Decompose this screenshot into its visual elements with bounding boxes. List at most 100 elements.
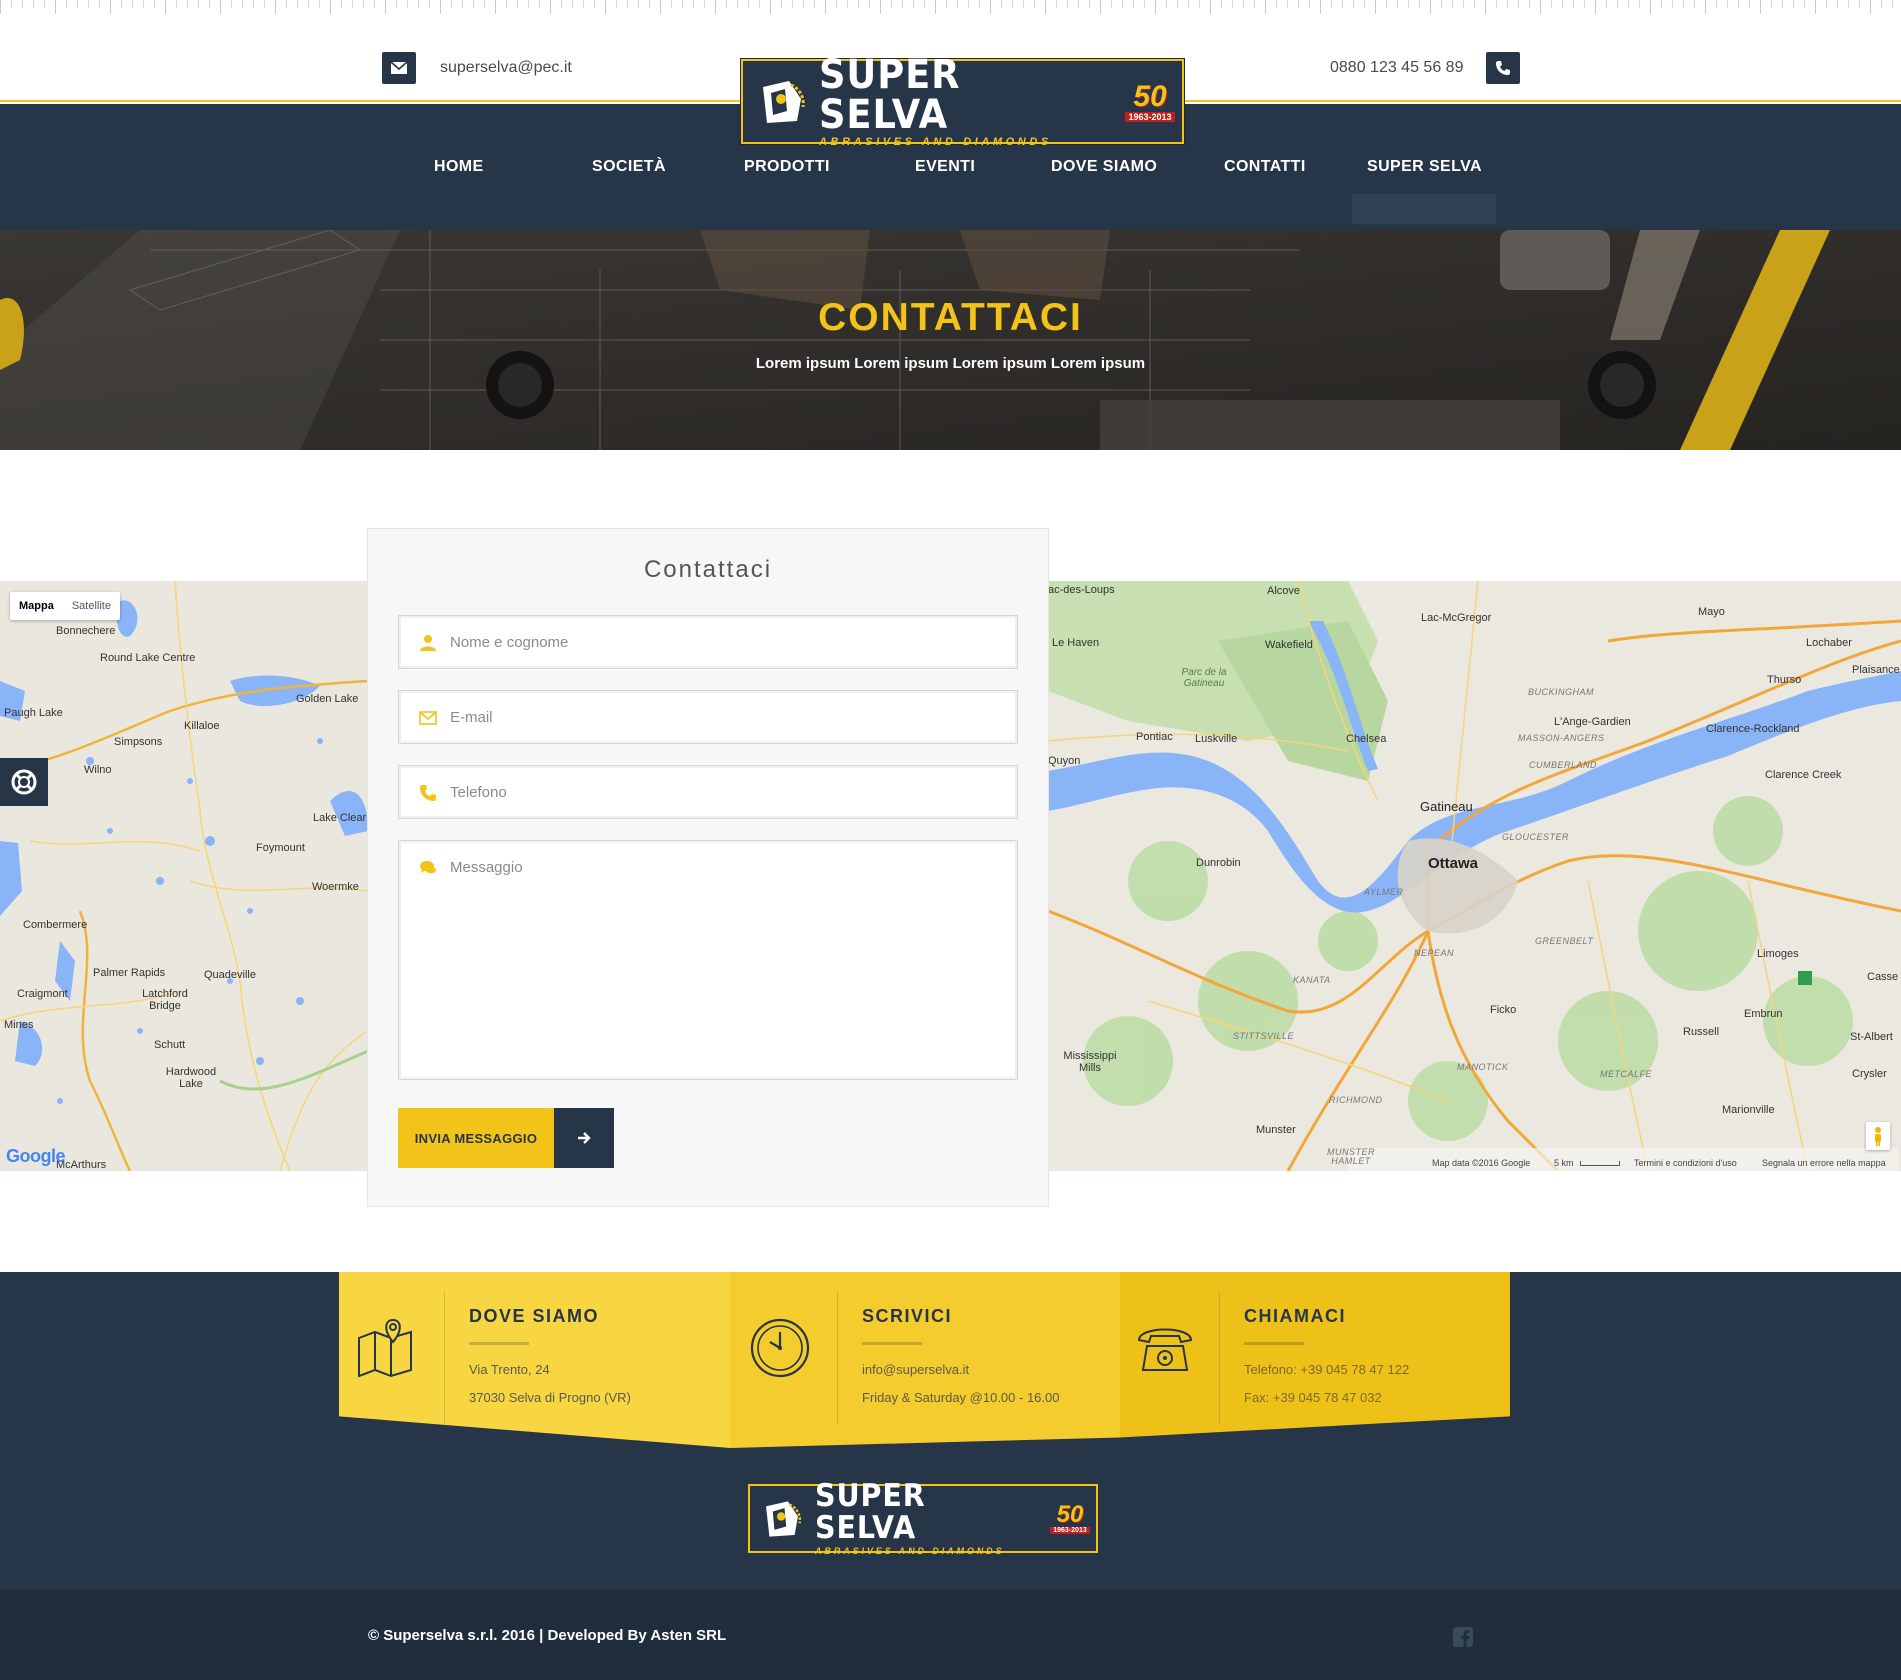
- nav-item-eventi[interactable]: EVENTI: [915, 158, 975, 176]
- map-right-tiles: [1048, 581, 1901, 1171]
- nav-item-dove-siamo[interactable]: DOVE SIAMO: [1051, 158, 1157, 176]
- map-label: Lochaber: [1806, 637, 1852, 649]
- map-label: L'Ange-Gardien: [1554, 716, 1631, 728]
- header-email[interactable]: superselva@pec.it: [440, 59, 572, 77]
- nav-item-societa[interactable]: SOCIETÀ: [592, 158, 666, 176]
- map-terms-link[interactable]: Termini e condizioni d'uso: [1634, 1158, 1737, 1168]
- phone-icon: [420, 785, 436, 801]
- header-phone[interactable]: 0880 123 45 56 89: [1330, 59, 1463, 77]
- logo-tagline: ABRASIVES AND DIAMONDS: [815, 1545, 1005, 1556]
- nav-item-prodotti[interactable]: PRODOTTI: [744, 158, 830, 176]
- map-label: Munster: [1256, 1124, 1296, 1136]
- site-logo[interactable]: SUPER SELVA ABRASIVES AND DIAMONDS 50 19…: [741, 55, 1184, 148]
- google-logo[interactable]: Google: [6, 1146, 66, 1167]
- name-field[interactable]: Nome e cognome: [398, 615, 1018, 669]
- map-data-credit: Map data ©2016 Google: [1432, 1158, 1531, 1168]
- logo-emblem-icon: [766, 1500, 802, 1537]
- map-label: Dunrobin: [1196, 857, 1241, 869]
- map-label: Clarence Creek: [1765, 769, 1842, 781]
- name-placeholder: Nome e cognome: [450, 634, 569, 651]
- map-label: MASSON-ANGERS: [1518, 733, 1605, 743]
- decorative-ruler: [0, 0, 1901, 44]
- map-tab-mappa[interactable]: Mappa: [10, 592, 63, 620]
- map-label: Paugh Lake: [4, 707, 63, 719]
- map-label: Foymount: [256, 842, 305, 854]
- info-underline: [1244, 1342, 1304, 1345]
- map-report-link[interactable]: Segnala un errore nella mappa: [1762, 1158, 1886, 1168]
- map-scale-bar: [1580, 1161, 1621, 1167]
- map-label: Mayo: [1698, 606, 1725, 618]
- footer-telephone[interactable]: Telefono: +39 045 78 47 122: [1244, 1362, 1409, 1377]
- map-right-panel[interactable]: [1048, 581, 1901, 1171]
- hero-background-image: [0, 230, 1901, 450]
- info-divider: [1219, 1292, 1220, 1424]
- email-field[interactable]: E-mail: [398, 690, 1018, 744]
- map-label: Casse: [1867, 971, 1899, 983]
- copyright: © Superselva s.r.l. 2016 | Developed By …: [368, 1627, 727, 1644]
- map-label: Hardwood Lake: [165, 1066, 217, 1090]
- map-label: STITTSVILLE: [1233, 1031, 1295, 1041]
- comments-icon: [420, 861, 436, 874]
- clock-icon: [750, 1318, 810, 1378]
- map-label: Mines: [4, 1019, 34, 1031]
- info-divider: [837, 1292, 838, 1424]
- envelope-icon[interactable]: [382, 52, 416, 84]
- map-type-control[interactable]: Mappa Satellite: [10, 592, 120, 620]
- facebook-icon[interactable]: [1453, 1627, 1473, 1647]
- map-scale: 5 km: [1554, 1158, 1621, 1168]
- map-label: Le Haven: [1052, 637, 1100, 649]
- map-label: MUNSTER HAMLET: [1327, 1147, 1375, 1166]
- message-placeholder: Messaggio: [450, 859, 523, 876]
- map-label: Limoges: [1757, 948, 1799, 960]
- map-label: Alcove: [1267, 585, 1301, 597]
- map-label: Marionville: [1722, 1104, 1775, 1116]
- map-label: METCALFE: [1600, 1069, 1653, 1079]
- map-label: Ottawa: [1428, 855, 1479, 872]
- bottom-bar: [0, 1590, 1901, 1680]
- map-label: Embrun: [1744, 1008, 1783, 1020]
- map-label: Palmer Rapids: [93, 967, 166, 979]
- map-label: Chelsea: [1346, 733, 1387, 745]
- map-tab-satellite[interactable]: Satellite: [63, 592, 120, 620]
- address-line-2: 37030 Selva di Progno (VR): [469, 1390, 631, 1405]
- pegman-icon[interactable]: [1866, 1122, 1890, 1150]
- nav-item-contatti[interactable]: CONTATTI: [1224, 158, 1306, 176]
- lifebuoy-icon[interactable]: [0, 758, 48, 806]
- info-title-phone: CHIAMACI: [1244, 1306, 1346, 1326]
- map-label: Russell: [1683, 1026, 1720, 1038]
- map-label: Craigmont: [17, 988, 68, 1000]
- info-underline: [469, 1342, 529, 1345]
- info-title-location: DOVE SIAMO: [469, 1306, 600, 1326]
- phone-icon[interactable]: [1486, 52, 1520, 84]
- map-label: Combermere: [23, 919, 88, 931]
- phone-field[interactable]: Telefono: [398, 765, 1018, 819]
- anniversary-badge: 50 1963-2013: [1118, 78, 1182, 126]
- anniversary-badge: 50 1963-2013: [1044, 1499, 1096, 1539]
- message-field[interactable]: Messaggio: [398, 840, 1018, 1080]
- map-label: Schutt: [154, 1039, 186, 1051]
- submit-button[interactable]: INVIA MESSAGGIO: [398, 1108, 614, 1168]
- nav-item-super-selva[interactable]: SUPER SELVA: [1367, 158, 1482, 176]
- arrow-right-icon: [554, 1108, 614, 1168]
- anniversary-number: 50: [1133, 79, 1167, 113]
- footer-logo[interactable]: SUPER SELVA ABRASIVES AND DIAMONDS 50 19…: [748, 1480, 1098, 1556]
- page: superselva@pec.it 0880 123 45 56 89 HOME…: [0, 0, 1901, 1680]
- map-label: St-Albert: [1850, 1031, 1893, 1043]
- map-label: AYLMER: [1364, 887, 1404, 897]
- footer-email[interactable]: info@superselva.it: [862, 1362, 969, 1377]
- map-label: Thurso: [1767, 674, 1802, 686]
- nav-item-home[interactable]: HOME: [434, 158, 484, 176]
- map-label: Plaisance: [1852, 664, 1900, 676]
- map-label: Quadeville: [204, 969, 256, 981]
- user-icon: [420, 635, 436, 651]
- map-label: Wilno: [84, 764, 112, 776]
- logo-name: SUPER SELVA: [815, 1477, 926, 1546]
- map-label: BUCKINGHAM: [1528, 687, 1595, 697]
- map-label: Woermke: [312, 881, 359, 893]
- hero-title: CONTATTACI: [818, 296, 1083, 339]
- map-label: Gatineau: [1420, 799, 1473, 814]
- map-label: Pontiac: [1136, 731, 1173, 743]
- map-label: NEPEAN: [1414, 948, 1455, 958]
- map-label: Quyon: [1048, 755, 1081, 767]
- map-label: GREENBELT: [1535, 936, 1594, 946]
